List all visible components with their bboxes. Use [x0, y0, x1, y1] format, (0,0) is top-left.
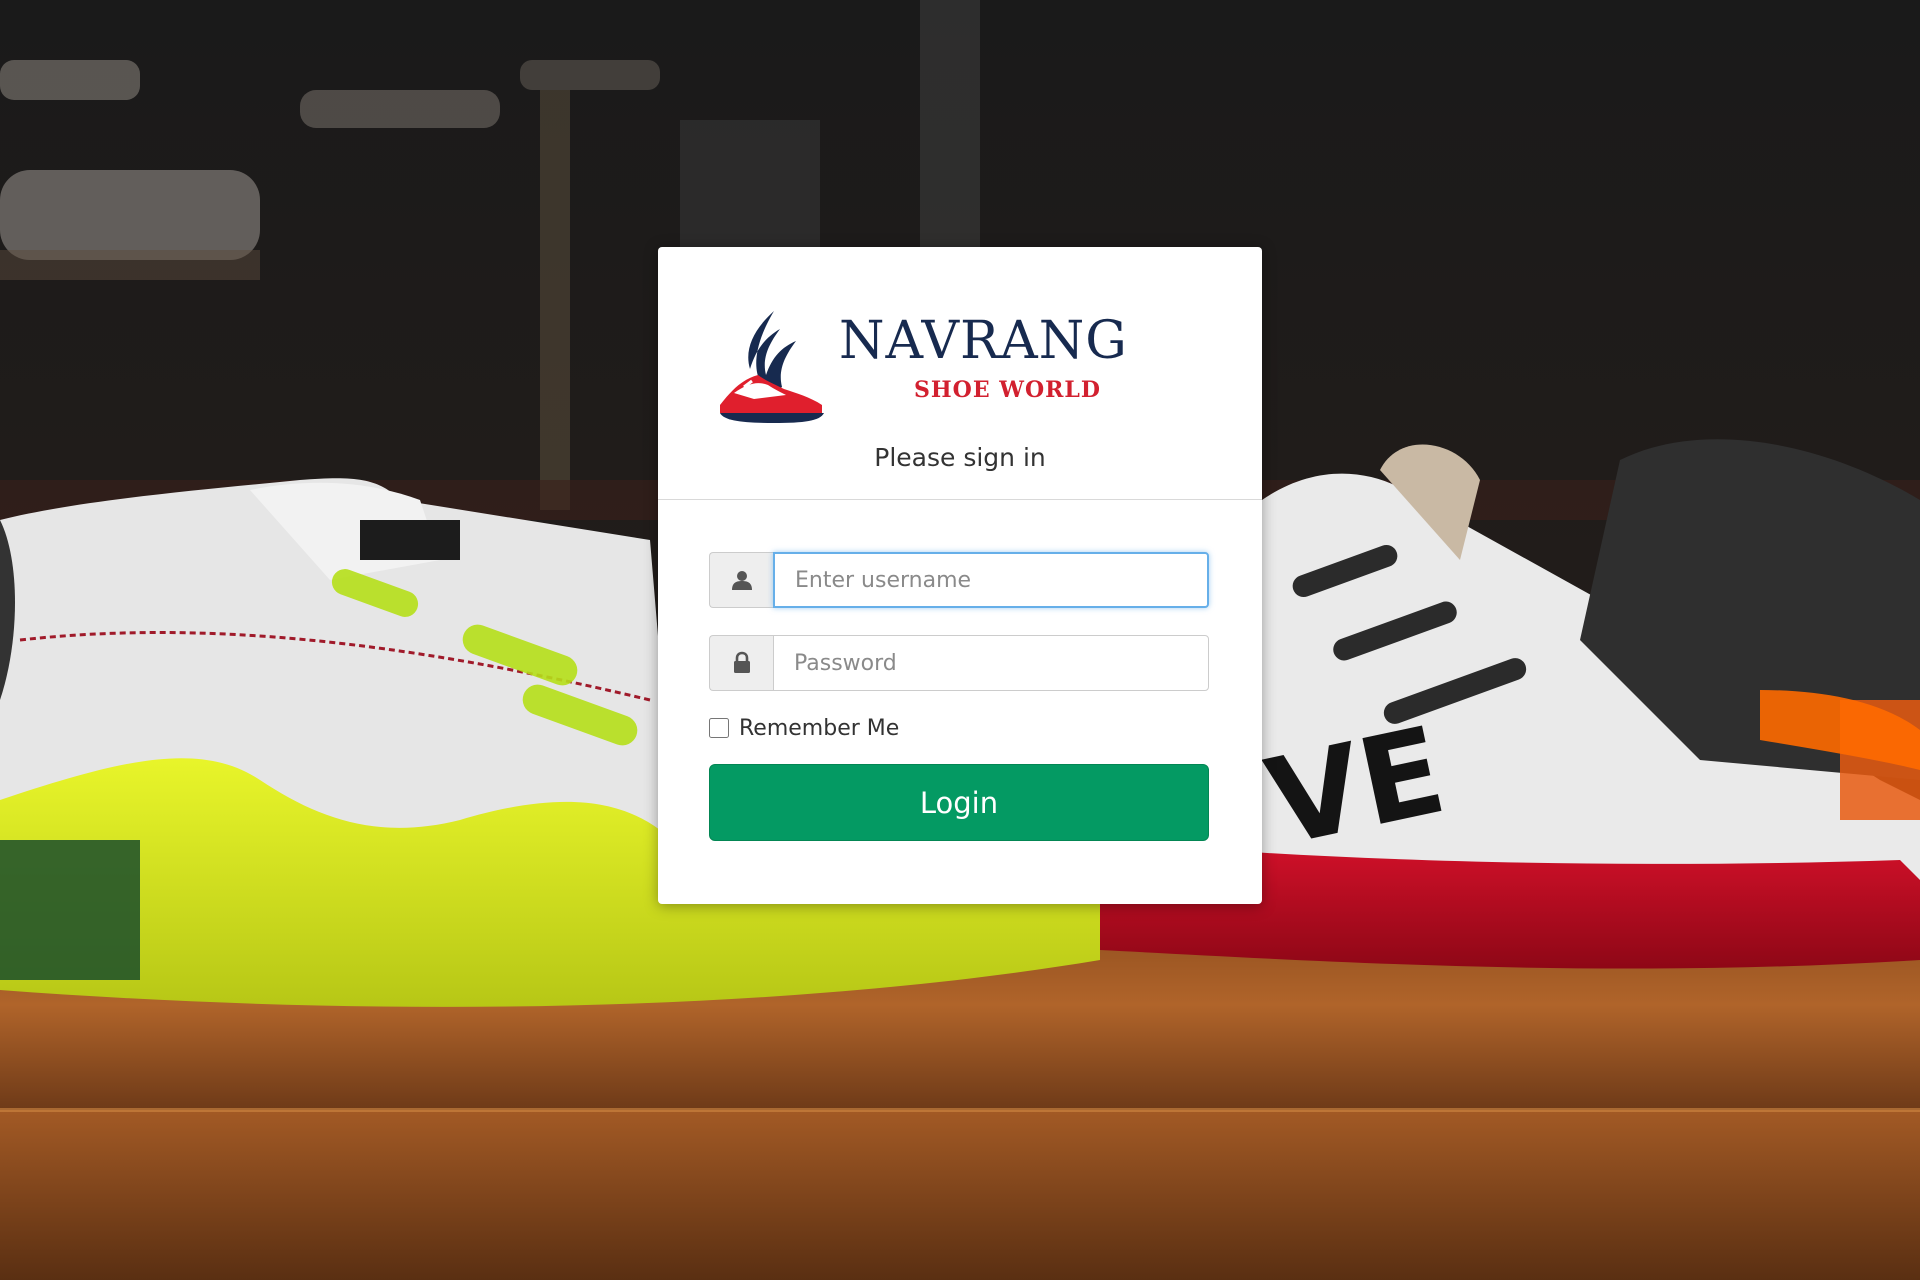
lock-icon: [709, 635, 773, 691]
login-form: Remember Me Login: [709, 552, 1209, 841]
remember-me-label[interactable]: Remember Me: [739, 716, 899, 741]
brand-name: NAVRANG: [839, 311, 1128, 371]
login-card: NAVRANG SHOE WORLD Please sign in Enter …: [658, 247, 1262, 904]
remember-me-checkbox[interactable]: [709, 718, 729, 738]
sign-in-heading: Please sign in: [874, 443, 1046, 472]
remember-me-row: Remember Me: [709, 712, 1209, 744]
brand-logo: NAVRANG SHOE WORLD: [714, 309, 1174, 429]
password-group: [709, 635, 1209, 691]
password-input[interactable]: [773, 635, 1209, 691]
login-button[interactable]: Login: [709, 764, 1209, 841]
username-group: [709, 552, 1209, 608]
login-card-header: NAVRANG SHOE WORLD Please sign in: [658, 247, 1262, 500]
user-icon: [709, 552, 773, 608]
winged-shoe-icon: [720, 311, 824, 423]
username-input[interactable]: [773, 552, 1209, 608]
brand-subtitle: SHOE WORLD: [914, 377, 1101, 403]
